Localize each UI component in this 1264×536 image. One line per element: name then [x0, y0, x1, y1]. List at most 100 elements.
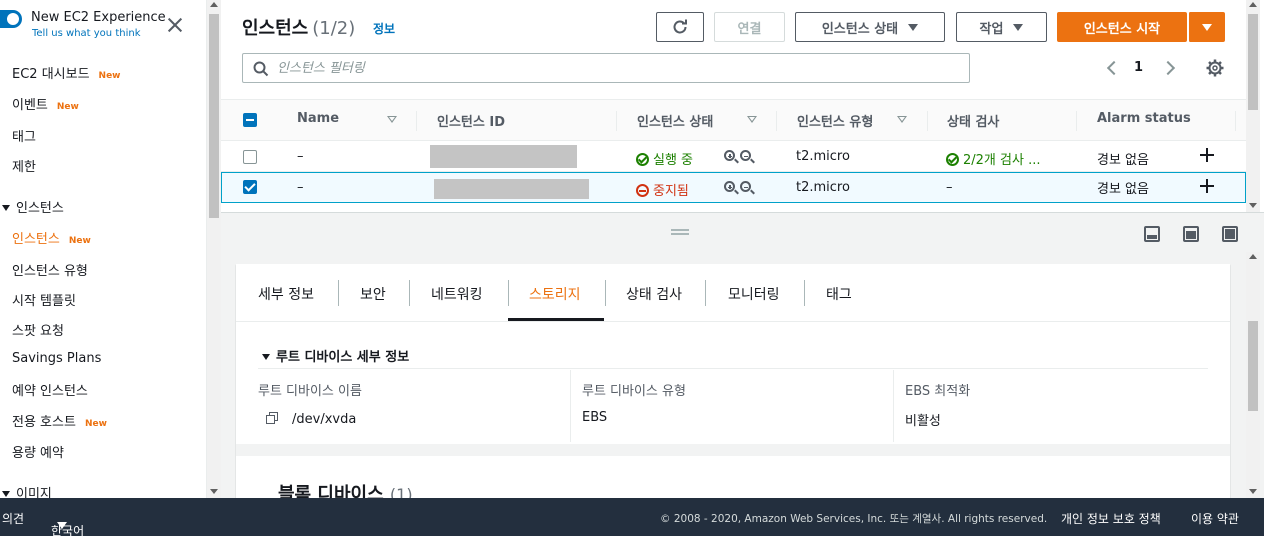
- new-experience-toggle[interactable]: [0, 10, 22, 28]
- tab-security[interactable]: 보안: [360, 284, 386, 304]
- block-devices-title: 블록 디바이스 (1): [278, 480, 413, 498]
- instance-state-dropdown[interactable]: 인스턴스 상태: [795, 12, 945, 42]
- scroll-down-icon[interactable]: [1249, 489, 1257, 494]
- column-header-instance-type[interactable]: 인스턴스 유형: [797, 111, 873, 130]
- zoom-in-icon[interactable]: [724, 150, 735, 161]
- selection-count: (1/2): [312, 18, 356, 39]
- split-panel-handle[interactable]: [221, 212, 1264, 252]
- copy-icon[interactable]: [266, 412, 279, 425]
- status-check[interactable]: 2/2개 검사 ...: [946, 149, 1040, 168]
- drag-handle-icon[interactable]: [671, 229, 689, 235]
- column-header-alarm-status[interactable]: Alarm status: [1097, 111, 1191, 126]
- column-header-status-check[interactable]: 상태 검사: [947, 111, 999, 130]
- sidebar-section-instances[interactable]: 인스턴스: [0, 197, 64, 216]
- sidebar-item-ec2-dashboard[interactable]: EC2 대시보드 New: [12, 63, 121, 82]
- copyright: © 2008 - 2020, Amazon Web Services, Inc.…: [660, 513, 1048, 525]
- feedback-link[interactable]: Tell us what you think: [32, 28, 141, 39]
- layout-full-icon[interactable]: [1222, 226, 1238, 242]
- sidebar-item-instance-types[interactable]: 인스턴스 유형: [12, 260, 88, 279]
- field-label-root-device-name: 루트 디바이스 이름: [258, 384, 362, 399]
- add-alarm-icon[interactable]: [1200, 148, 1214, 162]
- terms-link[interactable]: 이용 약관: [1191, 510, 1239, 527]
- column-header-name[interactable]: Name: [297, 111, 339, 126]
- sidebar-section-images[interactable]: 이미지: [0, 483, 52, 498]
- tab-status-checks[interactable]: 상태 검사: [626, 284, 682, 304]
- sidebar: New EC2 Experience Tell us what you thin…: [0, 0, 207, 498]
- instance-state-text: 중지됨: [653, 184, 689, 199]
- gear-icon[interactable]: [1206, 59, 1224, 77]
- zoom-in-icon[interactable]: [724, 181, 735, 192]
- add-alarm-icon[interactable]: [1200, 179, 1214, 193]
- sidebar-item-tags[interactable]: 태그: [12, 126, 36, 145]
- tab-tags[interactable]: 태그: [826, 284, 852, 304]
- sidebar-item-savings-plans[interactable]: Savings Plans: [12, 351, 101, 366]
- table-row[interactable]: – 실행 중 t2.micro 2/2개 검사 ... 경보 없음: [221, 141, 1246, 172]
- search-input[interactable]: [277, 58, 957, 78]
- actions-dropdown[interactable]: 작업: [956, 12, 1047, 42]
- sidebar-scroll-thumb[interactable]: [209, 14, 219, 218]
- details-scroll-thumb[interactable]: [1248, 321, 1258, 411]
- sidebar-item-limits[interactable]: 제한: [12, 156, 36, 175]
- tab-details[interactable]: 세부 정보: [258, 284, 314, 304]
- tab-monitoring[interactable]: 모니터링: [728, 284, 780, 304]
- filter-search[interactable]: [242, 53, 970, 83]
- close-icon[interactable]: [166, 16, 184, 34]
- scroll-up-icon[interactable]: [1249, 254, 1257, 259]
- sidebar-item-events[interactable]: 이벤트 New: [12, 94, 79, 113]
- table-row[interactable]: – 중지됨 t2.micro – 경보 없음: [221, 172, 1246, 203]
- feedback-link[interactable]: 의견: [2, 510, 24, 527]
- scroll-up-icon[interactable]: [1249, 2, 1257, 7]
- main-scroll-thumb[interactable]: [1248, 14, 1258, 110]
- launch-dropdown-button[interactable]: [1188, 12, 1225, 42]
- connect-button[interactable]: 연결: [714, 12, 785, 42]
- stopped-icon: [636, 184, 649, 197]
- privacy-policy-link[interactable]: 개인 정보 보호 정책: [1061, 510, 1161, 527]
- info-link[interactable]: 정보: [373, 20, 395, 37]
- field-label-root-device-type: 루트 디바이스 유형: [582, 384, 686, 399]
- sidebar-item-label: 용량 예약: [12, 446, 64, 461]
- block-devices-count: (1): [389, 485, 413, 498]
- sidebar-scrollbar[interactable]: [207, 0, 221, 498]
- row-checkbox[interactable]: [243, 180, 257, 194]
- column-divider: [616, 111, 617, 131]
- sidebar-item-reserved-instances[interactable]: 예약 인스턴스: [12, 380, 88, 399]
- launch-instances-button[interactable]: 인스턴스 시작: [1057, 12, 1187, 42]
- column-header-instance-state[interactable]: 인스턴스 상태: [637, 111, 713, 130]
- select-all-checkbox[interactable]: [243, 113, 257, 127]
- caret-down-icon: [1202, 23, 1212, 31]
- zoom-out-icon[interactable]: [740, 181, 751, 192]
- instance-state-text: 실행 중: [653, 153, 694, 168]
- zoom-out-icon[interactable]: [740, 150, 751, 161]
- section-title: 루트 디바이스 세부 정보: [276, 350, 410, 365]
- sidebar-item-instances[interactable]: 인스턴스 New: [12, 228, 91, 247]
- sort-icon[interactable]: [747, 116, 757, 123]
- main-scrollbar[interactable]: [1246, 0, 1260, 212]
- layout-split-icon[interactable]: [1183, 226, 1199, 242]
- tab-divider: [508, 280, 509, 306]
- scroll-up-icon[interactable]: [210, 2, 218, 7]
- sidebar-item-dedicated-hosts[interactable]: 전용 호스트 New: [12, 411, 107, 430]
- sidebar-item-capacity-reservations[interactable]: 용량 예약: [12, 442, 64, 461]
- row-checkbox[interactable]: [243, 150, 257, 164]
- section-spacer: [236, 444, 1230, 456]
- page-number[interactable]: 1: [1134, 60, 1143, 75]
- sort-icon[interactable]: [387, 116, 397, 123]
- details-scrollbar[interactable]: [1246, 252, 1260, 498]
- new-experience-title: New EC2 Experience: [31, 10, 166, 25]
- tab-storage[interactable]: 스토리지: [529, 284, 581, 304]
- refresh-button[interactable]: [656, 12, 704, 42]
- actions-label: 작업: [979, 21, 1004, 37]
- sidebar-item-spot-requests[interactable]: 스팟 요청: [12, 320, 64, 339]
- chevron-left-icon[interactable]: [1106, 60, 1122, 76]
- new-badge: New: [56, 102, 79, 112]
- layout-bottom-icon[interactable]: [1144, 226, 1160, 242]
- root-device-section-toggle[interactable]: 루트 디바이스 세부 정보: [262, 346, 409, 365]
- tab-networking[interactable]: 네트워킹: [431, 284, 483, 304]
- scroll-down-icon[interactable]: [210, 489, 218, 494]
- chevron-right-icon[interactable]: [1160, 60, 1176, 76]
- instance-name: –: [297, 180, 304, 195]
- scroll-down-icon[interactable]: [1249, 203, 1257, 208]
- sidebar-item-launch-templates[interactable]: 시작 템플릿: [12, 290, 76, 309]
- sort-icon[interactable]: [897, 116, 907, 123]
- column-header-instance-id[interactable]: 인스턴스 ID: [437, 111, 505, 130]
